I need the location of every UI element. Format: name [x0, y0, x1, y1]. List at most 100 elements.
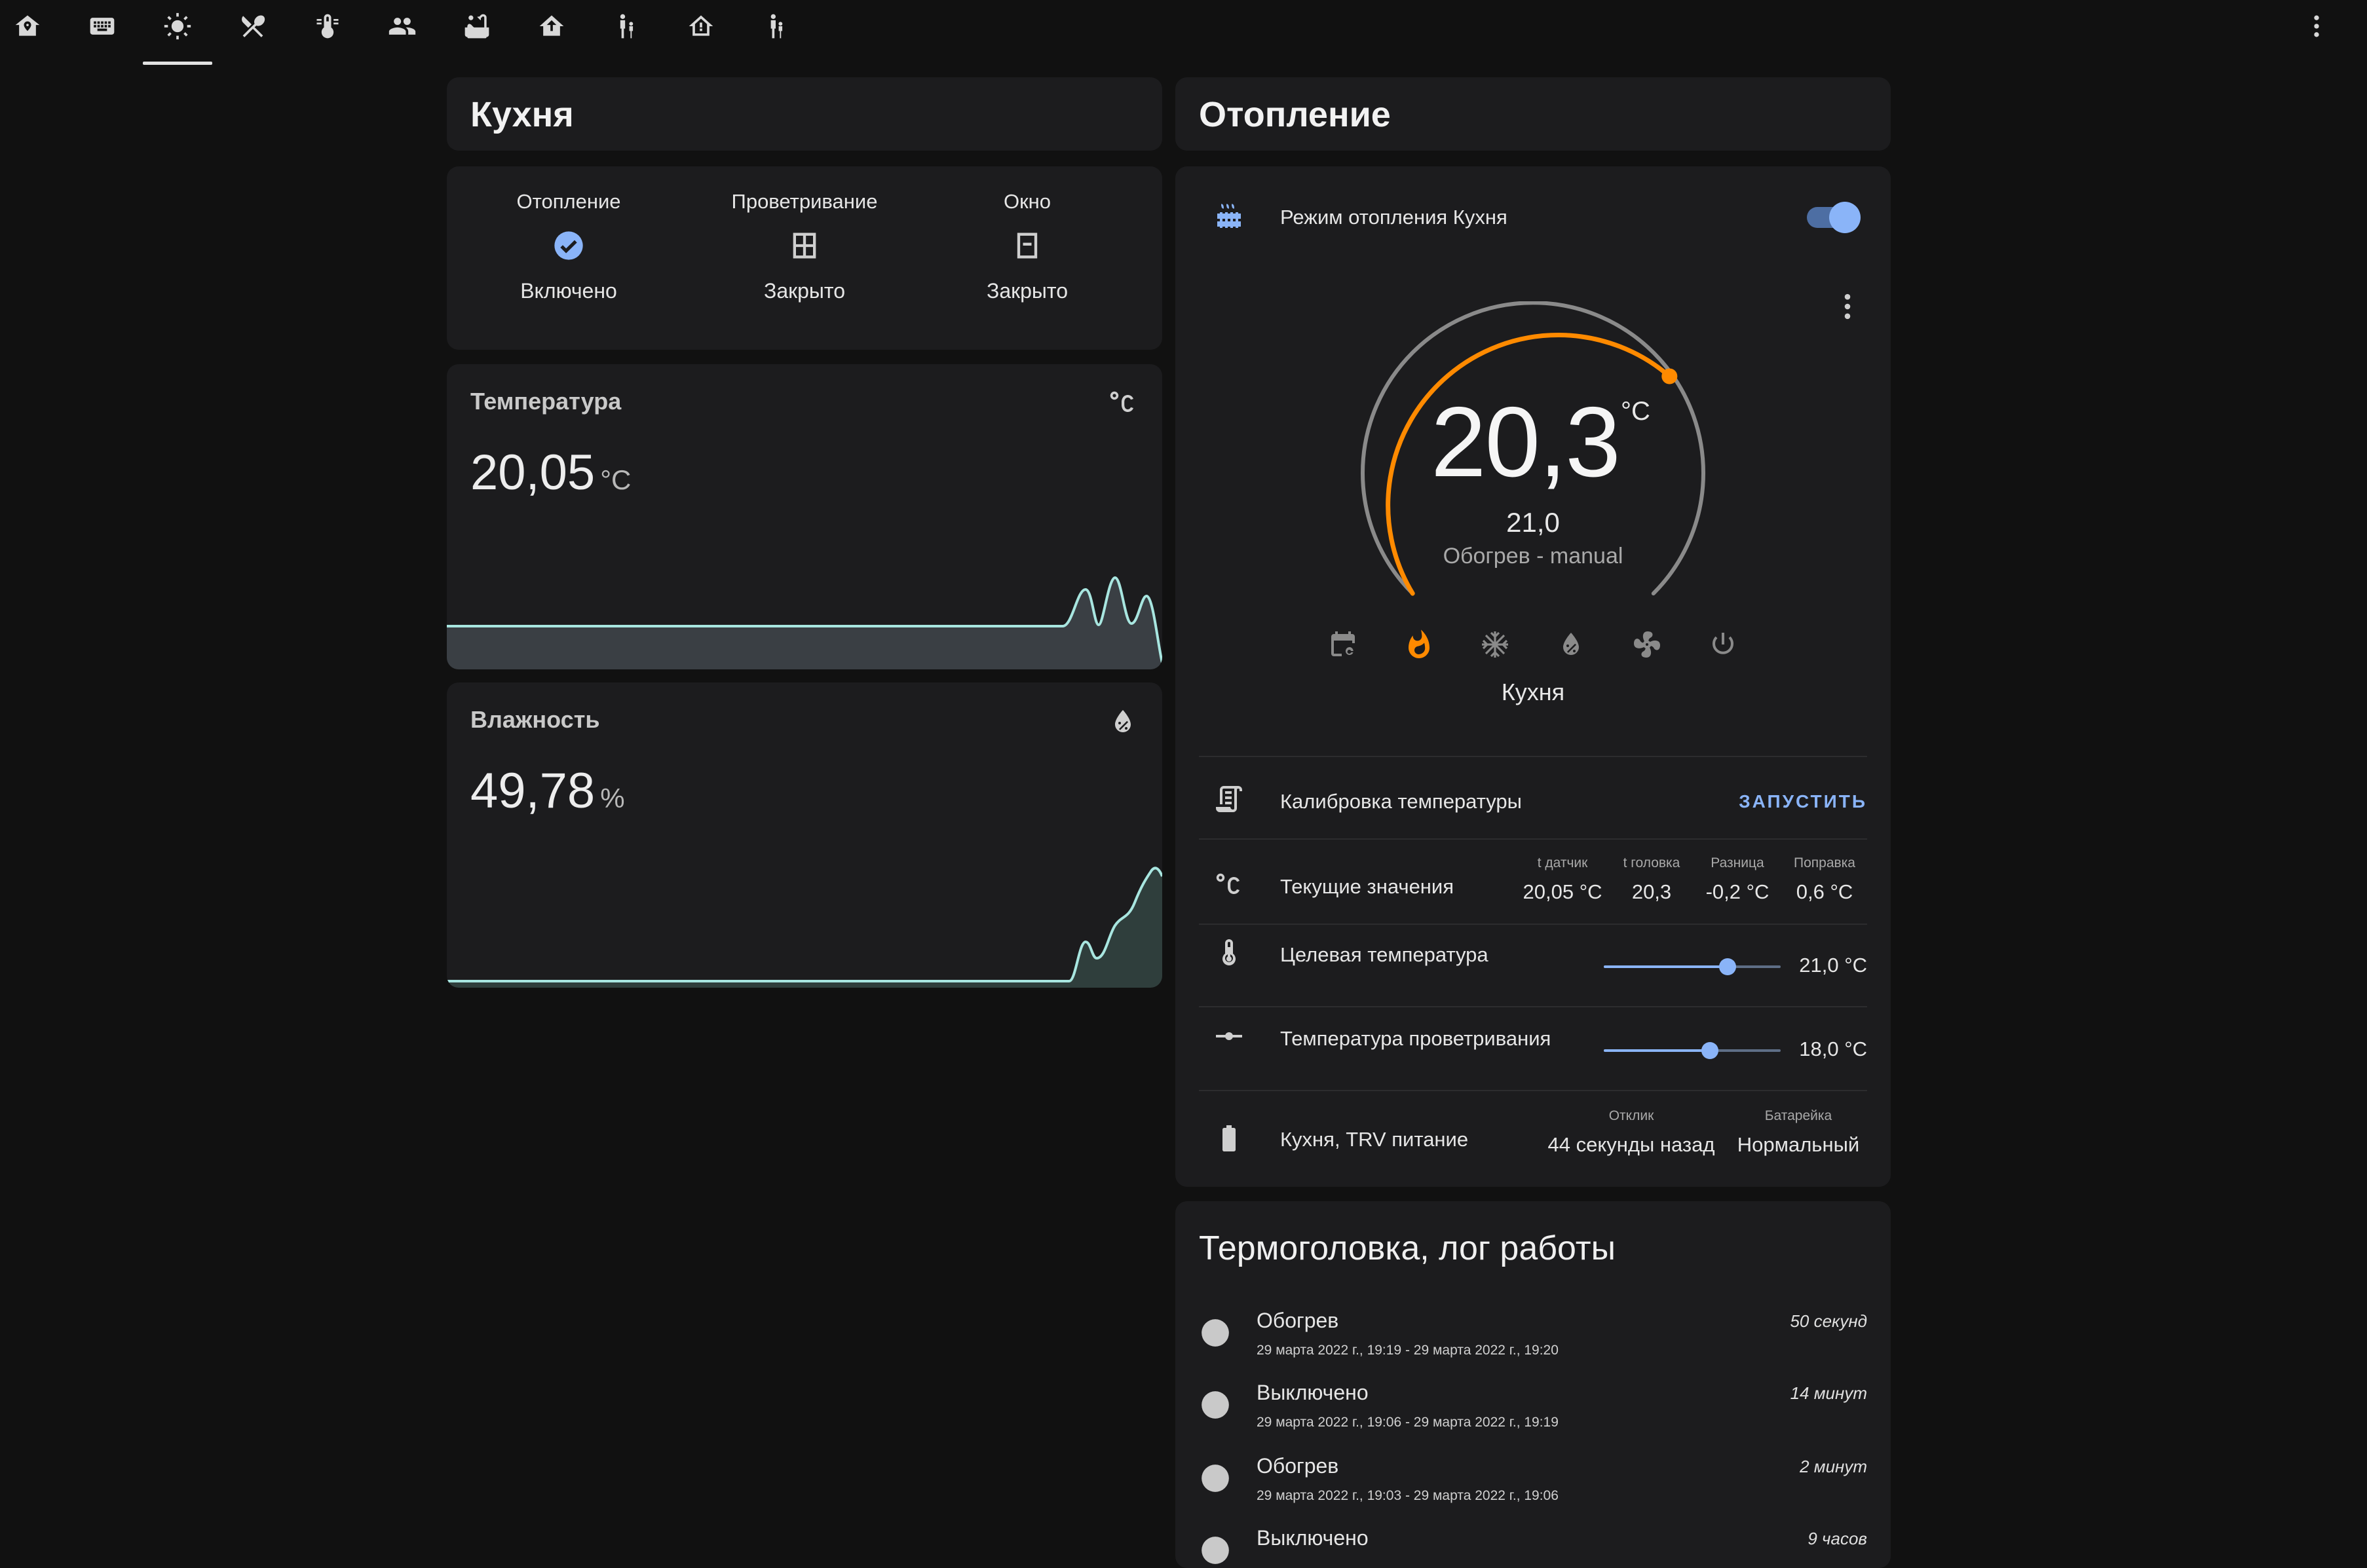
- script-icon: [1211, 781, 1247, 817]
- log-entry[interactable]: Выключено 9 часов: [1199, 1522, 1867, 1568]
- kitchen-header-card: Кухня: [447, 77, 1162, 151]
- humidity-sensor-card[interactable]: Влажность 49,78%: [447, 682, 1162, 988]
- slider-fill: [1604, 1049, 1710, 1052]
- target-temperature: 21,0: [1506, 507, 1560, 538]
- top-toolbar: [0, 0, 2367, 65]
- heating-mode-toggle-knob[interactable]: [1829, 202, 1861, 233]
- log-entry[interactable]: Обогрев 29 марта 2022 г., 19:19 - 29 мар…: [1199, 1305, 1867, 1377]
- trv-power-row: Кухня, TRV питание Отклик 44 секунды наз…: [1199, 1108, 1867, 1174]
- battery-header: Батарейка: [1764, 1108, 1832, 1123]
- more-vert-icon[interactable]: [2300, 9, 2334, 43]
- ray-vertex-icon: [1211, 1018, 1247, 1055]
- heating-header-card: Отопление: [1175, 77, 1891, 151]
- keyboard-icon[interactable]: [85, 9, 119, 43]
- bathtub-icon[interactable]: [460, 9, 494, 43]
- target-temperature-label: Целевая температура: [1280, 943, 1488, 966]
- response-header: Отклик: [1608, 1108, 1654, 1123]
- glance-heating-state: Включено: [520, 279, 617, 303]
- divider: [1199, 756, 1867, 757]
- log-state: Выключено: [1257, 1381, 1369, 1404]
- value-cell-header: t датчик: [1537, 855, 1588, 870]
- water-percent-icon[interactable]: [1551, 625, 1591, 664]
- dial-handle[interactable]: [1661, 368, 1678, 384]
- home-arrow-icon[interactable]: [535, 9, 569, 43]
- thermostat-name: Кухня: [1501, 679, 1565, 705]
- slider-knob[interactable]: [1701, 1042, 1718, 1059]
- temperature-value-line: 20,05 °C: [470, 444, 631, 501]
- home-shield-icon[interactable]: [10, 9, 45, 43]
- radiator-valve-icon: [1199, 1462, 1233, 1496]
- log-time: 29 марта 2022 г., 19:03 - 29 марта 2022 …: [1257, 1488, 1559, 1503]
- slider-knob[interactable]: [1719, 958, 1736, 975]
- battery-value: Нормальный: [1737, 1133, 1860, 1156]
- target-temperature-value: 21,0 °C: [1799, 954, 1867, 977]
- more-options-icon[interactable]: [1834, 288, 1861, 325]
- celsius-icon: [1107, 388, 1139, 419]
- kitchen-title: Кухня: [470, 95, 574, 134]
- thermostat-card: Режим отопления Кухня 20,3 °C 21,0 Обогр…: [1175, 166, 1891, 1187]
- hvac-mode-text: Обогрев - manual: [1443, 544, 1623, 569]
- window-icon: [693, 219, 916, 272]
- power-icon[interactable]: [1703, 625, 1743, 664]
- log-time: 29 марта 2022 г., 19:06 - 29 марта 2022 …: [1257, 1415, 1559, 1430]
- vent-temperature-label: Температура проветривания: [1280, 1027, 1551, 1050]
- check-circle-icon: [457, 219, 680, 272]
- people-icon[interactable]: [385, 9, 419, 43]
- value-cell-correction: Поправка 0,6 °C: [1782, 855, 1867, 904]
- log-duration: 14 минут: [1790, 1383, 1867, 1403]
- calibration-row: Калибровка температуры ЗАПУСТИТЬ: [1199, 781, 1867, 820]
- celsius-icon: [1211, 867, 1247, 904]
- response-value: 44 секунды назад: [1547, 1133, 1715, 1156]
- log-duration: 2 минут: [1800, 1457, 1867, 1476]
- glance-window-state: Закрыто: [986, 279, 1068, 303]
- radiator-valve-icon: [1199, 1534, 1233, 1568]
- log-entry[interactable]: Выключено 29 марта 2022 г., 19:06 - 29 м…: [1199, 1377, 1867, 1449]
- water-percent-icon: [1107, 706, 1139, 737]
- current-values-label: Текущие значения: [1280, 875, 1454, 898]
- thermometer-lines-icon[interactable]: [311, 9, 345, 43]
- kitchen-sun-icon[interactable]: [161, 9, 195, 43]
- child-icon[interactable]: [759, 9, 793, 43]
- temperature-sensor-card[interactable]: Температура 20,05 °C: [447, 364, 1162, 669]
- calibration-label: Калибровка температуры: [1280, 790, 1522, 813]
- snowflake-icon[interactable]: [1475, 625, 1515, 664]
- divider: [1199, 838, 1867, 840]
- value-cell-header: t головка: [1623, 855, 1680, 870]
- logbook-card: Термоголовка, лог работы Обогрев 29 март…: [1175, 1201, 1891, 1568]
- divider: [1199, 924, 1867, 925]
- log-entry[interactable]: Обогрев 29 марта 2022 г., 19:03 - 29 мар…: [1199, 1450, 1867, 1522]
- vent-temperature-value: 18,0 °C: [1799, 1037, 1867, 1060]
- person-child-icon[interactable]: [609, 9, 643, 43]
- value-cell-value: 0,6 °C: [1796, 880, 1853, 903]
- cutlery-icon[interactable]: [236, 9, 270, 43]
- log-state: Обогрев: [1257, 1454, 1339, 1478]
- glance-window-name: Окно: [1003, 190, 1051, 213]
- value-cell-value: 20,3: [1631, 880, 1672, 903]
- value-cell-value: -0,2 °C: [1705, 880, 1770, 903]
- calibration-run-button[interactable]: ЗАПУСТИТЬ: [1739, 791, 1867, 812]
- glance-window[interactable]: Окно Закрыто: [916, 190, 1139, 303]
- current-values-row: Текущие значения t датчик 20,05 °C t гол…: [1199, 855, 1867, 921]
- log-duration: 9 часов: [1808, 1529, 1867, 1548]
- value-cell-header: Поправка: [1794, 855, 1855, 870]
- radiator-valve-icon: [1199, 1389, 1233, 1423]
- glance-ventilation[interactable]: Проветривание Закрыто: [693, 190, 916, 303]
- home-alert-icon[interactable]: [684, 9, 718, 43]
- glance-ventilation-state: Закрыто: [763, 279, 845, 303]
- value-cell-diff: Разница -0,2 °C: [1698, 855, 1777, 904]
- glance-heating-name: Отопление: [516, 190, 621, 213]
- fan-icon[interactable]: [1627, 625, 1667, 664]
- log-duration: 50 секунд: [1790, 1311, 1867, 1331]
- fire-icon[interactable]: [1399, 625, 1439, 664]
- glance-heating[interactable]: Отопление Включено: [457, 190, 680, 303]
- radiator-valve-icon: [1199, 1316, 1233, 1351]
- log-time: 29 марта 2022 г., 19:19 - 29 марта 2022 …: [1257, 1343, 1559, 1358]
- glance-card: Отопление Включено Проветривание Закрыто…: [447, 166, 1162, 350]
- heating-title: Отопление: [1199, 95, 1391, 134]
- divider: [1199, 1090, 1867, 1091]
- radiator-icon: [1211, 199, 1247, 236]
- calendar-auto-icon[interactable]: [1323, 625, 1363, 664]
- log-state: Обогрев: [1257, 1309, 1339, 1332]
- active-tab-indicator: [143, 62, 212, 65]
- value-cell-head: t головка 20,3: [1609, 855, 1694, 904]
